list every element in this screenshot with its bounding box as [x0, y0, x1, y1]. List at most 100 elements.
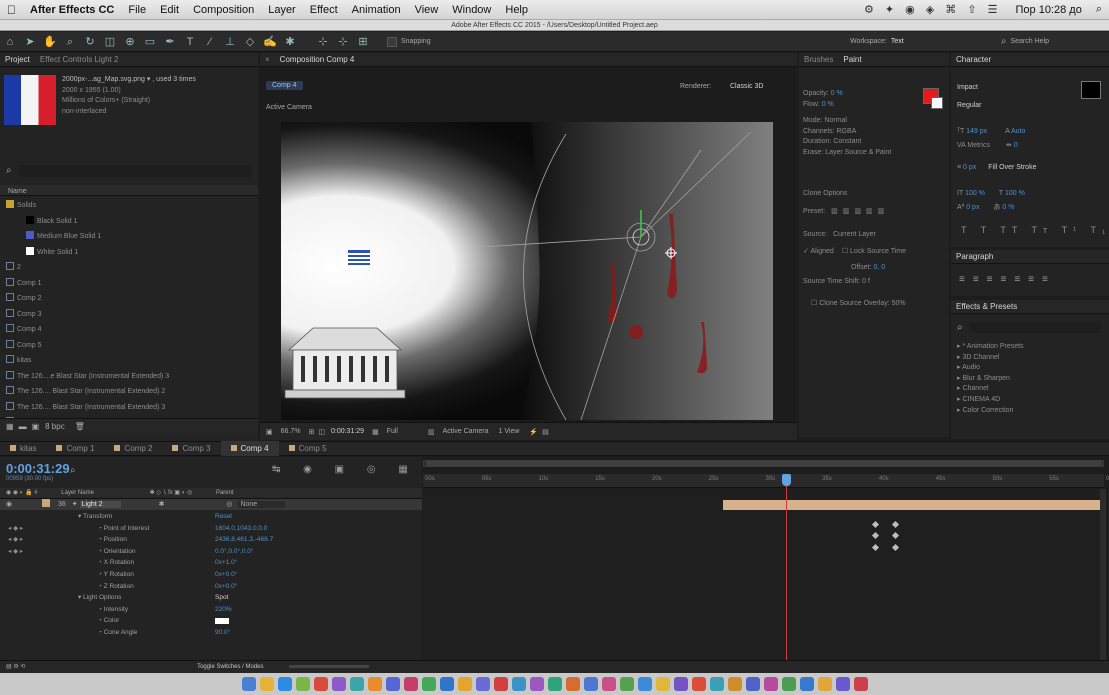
effects-category[interactable]: ▸ CINEMA 4D: [951, 395, 1109, 406]
menu-effect[interactable]: Effect: [303, 4, 345, 16]
home-icon[interactable]: ⌂: [1, 35, 19, 49]
property-value[interactable]: 0.0°,0.0°,0.0°: [215, 546, 254, 558]
project-column-header[interactable]: Name: [0, 185, 258, 196]
project-item[interactable]: Comp 3: [0, 307, 258, 323]
keyframe-navigator-icon[interactable]: ◂ ◆ ▸: [8, 546, 23, 558]
dock-app-icon[interactable]: [745, 677, 760, 691]
camera-tool-icon[interactable]: ◫: [101, 35, 119, 49]
dock-app-icon[interactable]: [511, 677, 526, 691]
stroke-mode-select[interactable]: Fill Over Stroke: [988, 164, 1036, 171]
timeline-tab[interactable]: Comp 2: [104, 441, 162, 456]
clone-preset-buttons[interactable]: ▥▥▥▥▥: [831, 208, 889, 215]
dock-app-icon[interactable]: [457, 677, 472, 691]
new-folder-icon[interactable]: ▬: [19, 422, 27, 431]
tab-composition[interactable]: Composition Comp 4: [275, 55, 360, 64]
dock-app-icon[interactable]: [385, 677, 400, 691]
clone-overlay-checkbox[interactable]: ☐: [811, 300, 817, 307]
timeline-tools[interactable]: ↹ ◉ ▣ ◎ ▦: [272, 464, 418, 475]
timecode-display[interactable]: 0:00:31:29: [6, 461, 70, 476]
effects-category[interactable]: ▸ Blur & Sharpen: [951, 374, 1109, 385]
effects-category[interactable]: ▸ 3D Channel: [951, 353, 1109, 364]
font-family-select[interactable]: Impact: [957, 84, 978, 91]
parent-pickwhip-icon[interactable]: ◎: [226, 501, 232, 508]
camera-snapshot-icon[interactable]: ◫: [318, 428, 325, 436]
rectangle-tool-icon[interactable]: ▭: [141, 35, 159, 49]
dock-app-icon[interactable]: [835, 677, 850, 691]
menu-composition[interactable]: Composition: [186, 4, 261, 16]
axis-icon[interactable]: ⊹: [314, 35, 332, 49]
3d-view-select[interactable]: Active Camera: [443, 428, 489, 435]
layer-row-light-2[interactable]: ◉ 36 ✦ Light 2 ✱ ◎ None: [0, 499, 422, 510]
tab-project[interactable]: Project: [0, 55, 35, 64]
dock-app-icon[interactable]: [295, 677, 310, 691]
mode-select[interactable]: Normal: [824, 117, 847, 124]
tab-paragraph[interactable]: Paragraph: [951, 252, 998, 261]
property-value[interactable]: Reset: [215, 511, 232, 523]
tab-brushes[interactable]: Brushes: [799, 55, 838, 64]
dock-app-icon[interactable]: [331, 677, 346, 691]
av-switches-icon[interactable]: ◉ ◉ ◐ 🔒 #: [6, 490, 38, 496]
layer-duration-bar[interactable]: [723, 500, 1102, 510]
selection-tool-icon[interactable]: ➤: [21, 35, 39, 49]
property-value[interactable]: 0x+0.0°: [215, 569, 237, 581]
menu-help[interactable]: Help: [498, 4, 535, 16]
menu-file[interactable]: File: [121, 4, 153, 16]
effects-category[interactable]: ▸ Audio: [951, 363, 1109, 374]
property-value[interactable]: 0x+1.0°: [215, 557, 237, 569]
duration-select[interactable]: Constant: [833, 138, 861, 145]
region-of-interest-icon[interactable]: ▥: [428, 428, 435, 436]
property-row[interactable]: ◔ Position 2436.8,461.3,-468.7 ◂ ◆ ▸: [0, 534, 422, 546]
parent-select[interactable]: None: [238, 501, 286, 508]
dock-app-icon[interactable]: [259, 677, 274, 691]
dock-app-icon[interactable]: [727, 677, 742, 691]
property-value[interactable]: 1604.0,1043.0,0.0: [215, 523, 267, 535]
tab-paint[interactable]: Paint: [838, 55, 866, 64]
pan-behind-tool-icon[interactable]: ⊕: [121, 35, 139, 49]
property-row[interactable]: ◔ Intensity 220%: [0, 604, 422, 616]
opacity-value[interactable]: 0 %: [831, 90, 843, 97]
keyframe-navigator-icon[interactable]: ◂ ◆ ▸: [8, 534, 23, 546]
aligned-checkbox[interactable]: ✓: [803, 248, 809, 255]
dock-app-icon[interactable]: [241, 677, 256, 691]
comp-mini-flowchart-icon[interactable]: ▤ ⚙ ⟲: [6, 664, 25, 670]
layer-color-label[interactable]: [42, 499, 51, 507]
dock-app-icon[interactable]: [493, 677, 508, 691]
dock-app-icon[interactable]: [763, 677, 778, 691]
dock-app-icon[interactable]: [781, 677, 796, 691]
playhead-handle-icon[interactable]: [782, 474, 792, 486]
font-style-select[interactable]: Regular: [957, 102, 982, 109]
timeline-tab[interactable]: Comp 1: [46, 441, 104, 456]
project-item[interactable]: Comp 2: [0, 291, 258, 307]
project-item[interactable]: The 126.... Blast Star (Instrumental Ext…: [0, 384, 258, 400]
project-item[interactable]: Medium Blue Solid 1: [0, 229, 258, 245]
dock-app-icon[interactable]: [529, 677, 544, 691]
property-row[interactable]: ▾ Transform Reset: [0, 511, 422, 523]
flow-value[interactable]: 0 %: [822, 101, 834, 108]
bit-depth-button[interactable]: 8 bpc: [45, 422, 65, 431]
dock-app-icon[interactable]: [439, 677, 454, 691]
time-ruler[interactable]: 00s05s10s15s20s25s30s35s40s45s50s55s01:0…: [423, 474, 1109, 488]
type-tool-icon[interactable]: T: [181, 35, 199, 49]
dock-app-icon[interactable]: [475, 677, 490, 691]
layer-name[interactable]: Light 2: [79, 501, 121, 508]
search-help-input[interactable]: Search Help: [1010, 38, 1049, 45]
always-preview-icon[interactable]: ▣: [266, 428, 273, 436]
property-row[interactable]: ◔ Z Rotation 0x+0.0°: [0, 581, 422, 593]
dock-app-icon[interactable]: [277, 677, 292, 691]
property-value[interactable]: 0x+0.0°: [215, 581, 237, 593]
background-color-swatch[interactable]: [931, 97, 943, 109]
effects-category[interactable]: ▸ Channel: [951, 384, 1109, 395]
app-menu[interactable]: After Effects CC: [23, 4, 121, 16]
dock-app-icon[interactable]: [421, 677, 436, 691]
comp-viewer[interactable]: [281, 122, 773, 420]
menubar-clock[interactable]: Пор 10:28 до: [1009, 4, 1089, 16]
dock-app-icon[interactable]: [313, 677, 328, 691]
timeline-search-icon[interactable]: ⌕: [70, 465, 76, 476]
project-item[interactable]: Solids: [0, 198, 258, 214]
eraser-tool-icon[interactable]: ◇: [241, 35, 259, 49]
text-style-buttons[interactable]: T T TT Tт T¹ T₁: [951, 225, 1109, 236]
layer-column-header[interactable]: ◉ ◉ ◐ 🔒 # Layer Name ✱ ◇ ∖ fx ▣ ◐ ◎ Pare…: [0, 488, 422, 499]
project-item[interactable]: 2: [0, 260, 258, 276]
dock-app-icon[interactable]: [691, 677, 706, 691]
kerning-select[interactable]: Metrics: [967, 142, 990, 149]
